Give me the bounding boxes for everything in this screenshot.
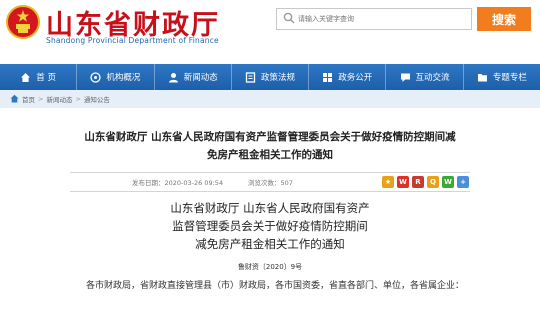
nav-item-interaction[interactable]: 互动交流 <box>386 64 464 90</box>
breadcrumb-home[interactable]: 首页 <box>22 94 35 104</box>
nav-item-label: 互动交流 <box>415 73 450 83</box>
user-icon <box>168 72 178 82</box>
home-icon <box>21 72 31 82</box>
document-heading-line: 监督管理委员会关于做好疫情防控期间 <box>172 219 368 233</box>
search-button[interactable]: 搜索 <box>477 7 531 31</box>
nav-item-public[interactable]: 政务公开 <box>309 64 387 90</box>
publish-date: 发布日期：2020-03-26 09:54 <box>132 179 224 187</box>
nav-item-home[interactable]: 首 页 <box>0 64 78 90</box>
breadcrumb: 首页 > 新闻动态 > 通知公告 <box>0 90 540 108</box>
nav-item-label: 专题专栏 <box>492 73 527 83</box>
share-qzone-icon[interactable]: ★ <box>382 176 394 188</box>
share-more-icon[interactable]: + <box>457 176 469 188</box>
document-number: 鲁财资〔2020〕9号 <box>237 263 303 271</box>
search-input[interactable] <box>298 10 468 28</box>
nav-item-news[interactable]: 新闻动态 <box>155 64 232 90</box>
article-meta-bar: 发布日期：2020-03-26 09:54 浏览次数：507 ★ W R Q W… <box>70 172 470 192</box>
nav-item-label: 政务公开 <box>338 73 373 83</box>
breadcrumb-separator: > <box>75 95 81 103</box>
nav-item-about[interactable]: 机构概况 <box>77 64 155 90</box>
view-count: 浏览次数：507 <box>248 179 293 187</box>
share-wechat-icon[interactable]: W <box>442 176 454 188</box>
nav-item-label: 政策法规 <box>260 73 295 83</box>
folder-icon <box>477 73 487 81</box>
home-icon <box>10 94 19 103</box>
site-subtitle: Shandong Provincial Department of Financ… <box>46 36 219 45</box>
breadcrumb-separator: > <box>38 95 44 103</box>
grid-icon <box>323 72 333 82</box>
share-weibo-icon[interactable]: W <box>397 176 409 188</box>
nav-item-label: 机构概况 <box>106 73 141 83</box>
article-title-line: 免房产租金相关工作的通知 <box>207 149 333 161</box>
document-heading-line: 山东省财政厅 山东省人民政府国有资产 <box>170 201 370 215</box>
nav-item-label: 首 页 <box>36 73 56 83</box>
document-heading-line: 减免房产租金相关工作的通知 <box>195 237 345 251</box>
breadcrumb-notices[interactable]: 通知公告 <box>84 94 110 104</box>
search-icon <box>283 12 295 24</box>
article-title: 山东省财政厅 山东省人民政府国有资产监督管理委员会关于做好疫情防控期间减 免房产… <box>0 128 540 164</box>
share-tencent-icon[interactable]: Q <box>427 176 439 188</box>
article-title-line: 山东省财政厅 山东省人民政府国有资产监督管理委员会关于做好疫情防控期间减 <box>84 131 456 143</box>
article-body: 各市财政局，省财政直接管理县（市）财政局，各市国资委，省直各部门、单位，各省属企… <box>86 281 465 291</box>
site-header: 山东省财政厅 Shandong Provincial Department of… <box>0 0 540 60</box>
nav-item-label: 新闻动态 <box>183 73 218 83</box>
share-renren-icon[interactable]: R <box>412 176 424 188</box>
nav-item-topics[interactable]: 专题专栏 <box>464 64 540 90</box>
chat-icon <box>400 73 410 82</box>
book-icon <box>245 71 256 83</box>
building-icon <box>90 71 102 83</box>
main-nav: 首 页 机构概况 新闻动态 政策法规 政务公开 互动交流 专题专栏 <box>0 64 540 90</box>
document-heading: 山东省财政厅 山东省人民政府国有资产 监督管理委员会关于做好疫情防控期间 减免房… <box>0 199 540 253</box>
national-emblem-icon <box>6 5 40 39</box>
nav-item-policy[interactable]: 政策法规 <box>232 64 310 90</box>
breadcrumb-news[interactable]: 新闻动态 <box>46 94 72 104</box>
share-buttons: ★ W R Q W + <box>382 176 469 188</box>
